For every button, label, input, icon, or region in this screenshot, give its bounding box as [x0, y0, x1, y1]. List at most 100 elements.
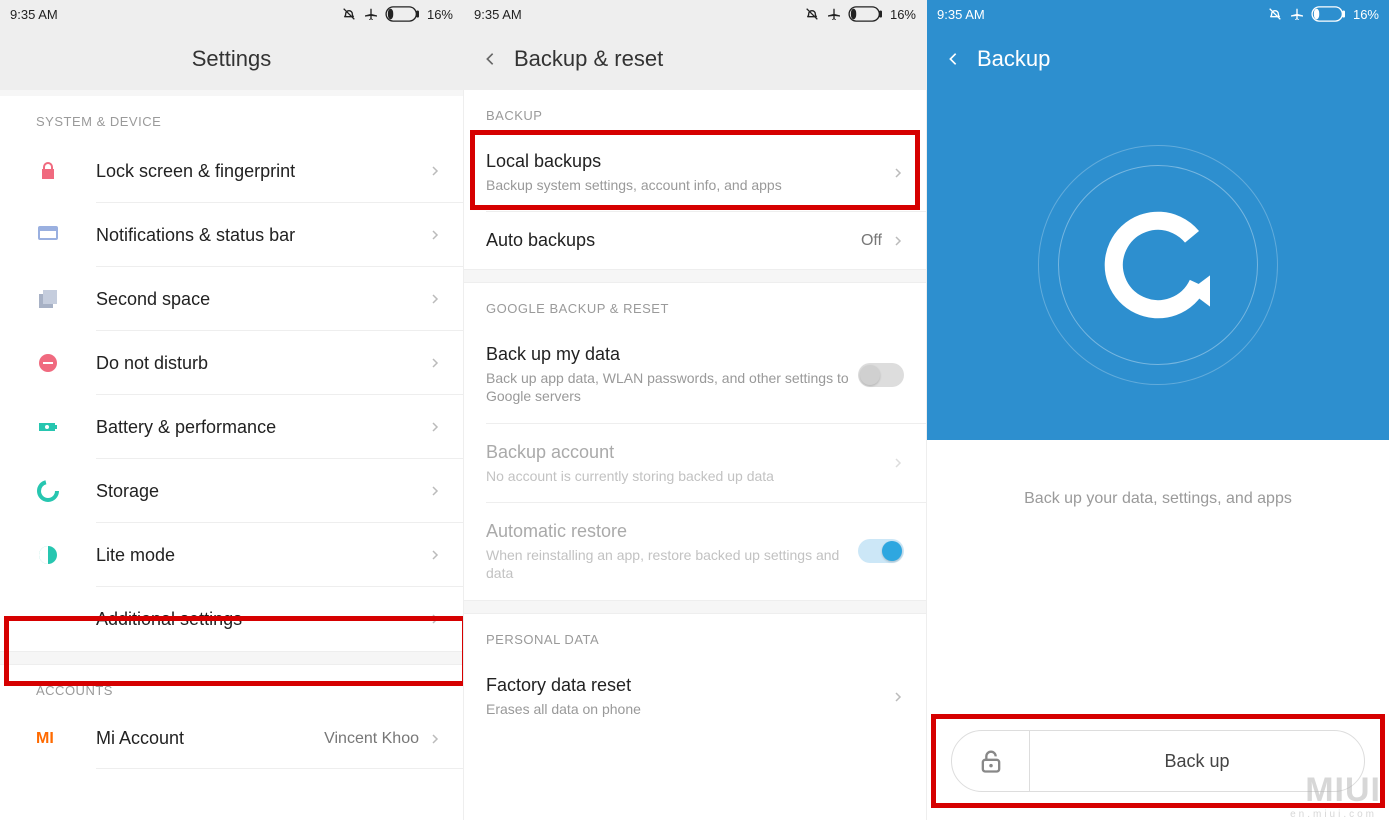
battery-icon: [385, 6, 421, 22]
status-right: 16%: [804, 6, 916, 22]
airplane-icon: [826, 6, 842, 22]
row-title: Automatic restore: [486, 521, 858, 542]
row-subtitle: When reinstalling an app, restore backed…: [486, 546, 858, 582]
section-system-device: SYSTEM & DEVICE: [0, 96, 463, 139]
row-additional-settings[interactable]: Additional settings: [0, 587, 463, 651]
row-title: Factory data reset: [486, 675, 892, 696]
chevron-right-icon: [429, 421, 441, 433]
backup-button-label: Back up: [1164, 751, 1229, 772]
alarm-off-icon: [341, 6, 357, 22]
row-subtitle: Backup system settings, account info, an…: [486, 176, 892, 194]
row-label: Second space: [96, 289, 429, 310]
screen-settings: 9:35 AM 16% Settings SYSTEM & DEVICE Loc…: [0, 0, 463, 820]
mi-logo-icon: MI: [36, 730, 54, 748]
chevron-right-icon: [429, 293, 441, 305]
row-subtitle: Erases all data on phone: [486, 700, 892, 718]
status-right: 16%: [1267, 6, 1379, 22]
row-automatic-restore[interactable]: Automatic restore When reinstalling an a…: [464, 503, 926, 600]
section-personal-data: PERSONAL DATA: [464, 614, 926, 657]
chevron-right-icon: [429, 549, 441, 561]
chevron-right-icon: [429, 165, 441, 177]
row-backup-my-data[interactable]: Back up my data Back up app data, WLAN p…: [464, 326, 926, 423]
chevron-right-icon: [892, 235, 904, 247]
gap: [464, 600, 926, 614]
status-battery: 16%: [427, 7, 453, 22]
row-subtitle: No account is currently storing backed u…: [486, 467, 892, 485]
toggle-backup-my-data[interactable]: [858, 363, 904, 387]
row-title: Back up my data: [486, 344, 858, 365]
statusbar: 9:35 AM 16%: [464, 0, 926, 28]
header: Backup & reset: [464, 28, 926, 90]
statusbar: 9:35 AM 16%: [0, 0, 463, 28]
row-local-backups[interactable]: Local backups Backup system settings, ac…: [464, 133, 926, 212]
row-label: Lite mode: [96, 545, 429, 566]
row-dnd[interactable]: Do not disturb: [0, 331, 463, 395]
row-auto-backups[interactable]: Auto backups Off: [464, 212, 926, 269]
row-lock-screen[interactable]: Lock screen & fingerprint: [0, 139, 463, 203]
backup-action-bar: Back up: [951, 730, 1365, 792]
gap: [0, 651, 463, 665]
section-google-backup: GOOGLE BACKUP & RESET: [464, 283, 926, 326]
storage-icon: [36, 479, 60, 503]
status-battery: 16%: [1353, 7, 1379, 22]
backup-loop-icon: [1093, 200, 1223, 330]
section-accounts: ACCOUNTS: [0, 665, 463, 708]
gap: [464, 269, 926, 283]
row-mi-account[interactable]: MI Mi Account Vincent Khoo: [0, 708, 463, 769]
row-label: Battery & performance: [96, 417, 429, 438]
alarm-off-icon: [804, 6, 820, 22]
row-second-space[interactable]: Second space: [0, 267, 463, 331]
chevron-right-icon: [429, 229, 441, 241]
alarm-off-icon: [1267, 6, 1283, 22]
airplane-icon: [363, 6, 379, 22]
miui-watermark: MIUI: [1305, 771, 1381, 810]
status-time: 9:35 AM: [937, 7, 985, 22]
chevron-right-icon: [892, 457, 904, 469]
more-icon: [36, 607, 60, 631]
row-value: Off: [861, 232, 882, 250]
status-time: 9:35 AM: [10, 7, 58, 22]
page-title: Backup & reset: [514, 46, 663, 72]
header: Settings: [0, 28, 463, 90]
lock-icon: [36, 159, 60, 183]
screen-backup-reset: 9:35 AM 16% Backup & reset BACKUP Local …: [463, 0, 926, 820]
toggle-auto-restore[interactable]: [858, 539, 904, 563]
row-backup-account[interactable]: Backup account No account is currently s…: [464, 424, 926, 503]
chevron-right-icon: [892, 691, 904, 703]
page-title: Backup: [977, 46, 1050, 72]
row-title: Local backups: [486, 151, 892, 172]
row-subtitle: Back up app data, WLAN passwords, and ot…: [486, 369, 858, 405]
row-battery-perf[interactable]: Battery & performance: [0, 395, 463, 459]
unlock-icon: [977, 747, 1005, 775]
chevron-right-icon: [429, 733, 441, 745]
battery-icon: [848, 6, 884, 22]
backup-hero: [927, 90, 1389, 440]
row-label: Additional settings: [96, 609, 429, 630]
back-icon[interactable]: [482, 51, 498, 67]
row-storage[interactable]: Storage: [0, 459, 463, 523]
airplane-icon: [1289, 6, 1305, 22]
status-battery: 16%: [890, 7, 916, 22]
screen-backup: 9:35 AM 16% Backup Back up your data, se…: [926, 0, 1389, 820]
row-value: Vincent Khoo: [324, 730, 419, 748]
backup-hero-container: 9:35 AM 16% Backup: [927, 0, 1389, 440]
row-label: Lock screen & fingerprint: [96, 161, 429, 182]
lock-toggle-button[interactable]: [952, 731, 1030, 791]
row-label: Do not disturb: [96, 353, 429, 374]
miui-watermark-sub: en.miui.com: [1290, 809, 1377, 820]
statusbar-icon: [36, 223, 60, 247]
chevron-right-icon: [892, 167, 904, 179]
status-right: 16%: [341, 6, 453, 22]
status-time: 9:35 AM: [474, 7, 522, 22]
battery-icon: [36, 415, 60, 439]
row-notifications[interactable]: Notifications & status bar: [0, 203, 463, 267]
chevron-right-icon: [429, 357, 441, 369]
row-lite-mode[interactable]: Lite mode: [0, 523, 463, 587]
row-factory-reset[interactable]: Factory data reset Erases all data on ph…: [464, 657, 926, 736]
second-space-icon: [36, 287, 60, 311]
page-title: Settings: [192, 46, 272, 72]
row-label: Storage: [96, 481, 429, 502]
chevron-right-icon: [429, 485, 441, 497]
back-icon[interactable]: [945, 51, 961, 67]
row-title: Auto backups: [486, 230, 861, 251]
